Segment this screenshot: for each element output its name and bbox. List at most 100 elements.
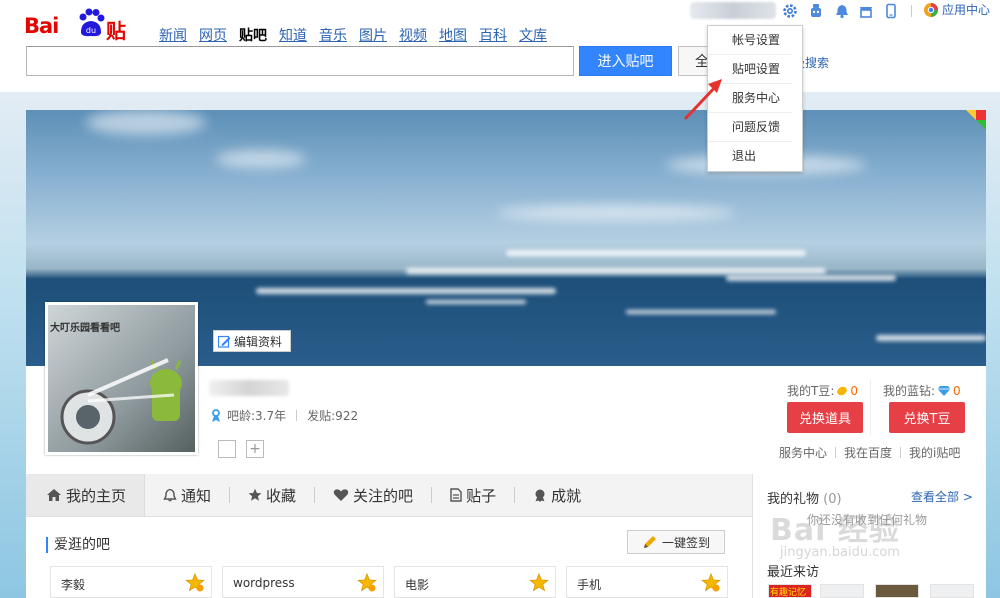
tab-posts[interactable]: 贴子 (432, 474, 514, 516)
diamond-label: 我的蓝钻: (883, 384, 936, 398)
exchange-item-button[interactable]: 兑换道具 (787, 402, 863, 433)
profile-links: 服务中心 我在百度 我的i贴吧 (779, 444, 960, 461)
banner-wave (626, 310, 776, 314)
bar-name: 手机 (577, 578, 602, 592)
link-divider (900, 447, 902, 458)
logo-bai-text: Bai (24, 14, 59, 38)
nav-item-tieba[interactable]: 贴吧 (239, 25, 267, 45)
tab-notifications[interactable]: 通知 (145, 474, 229, 516)
tab-label: 通知 (181, 486, 212, 505)
shop-icon[interactable] (858, 3, 874, 19)
stats-divider (296, 410, 298, 421)
nav-item-web[interactable]: 网页 (199, 25, 227, 45)
diamond-value: 0 (953, 383, 961, 398)
robot-icon[interactable] (808, 3, 824, 19)
gear-icon[interactable] (782, 3, 798, 19)
link-divider (835, 447, 837, 458)
profile-username-blurred (209, 380, 289, 396)
diamond-icon (937, 385, 951, 396)
level-star-icon (357, 573, 377, 592)
bar-name: 电影 (405, 578, 430, 592)
tab-label: 我的主页 (66, 486, 127, 505)
star-icon (248, 488, 262, 501)
tab-label: 关注的吧 (353, 486, 414, 505)
app-center-label: 应用中心 (942, 3, 991, 17)
tab-followed-bars[interactable]: 关注的吧 (315, 474, 431, 516)
post-count: 发贴:922 (307, 409, 359, 423)
mobile-icon[interactable] (883, 3, 899, 19)
nav-item-music[interactable]: 音乐 (319, 25, 347, 45)
username-blurred[interactable] (690, 2, 776, 19)
banner-wave (406, 268, 826, 274)
tab-my-home[interactable]: 我的主页 (26, 474, 146, 516)
banner-wave (256, 288, 556, 294)
bell-icon[interactable] (834, 3, 850, 19)
edit-profile-label: 编辑资料 (234, 334, 283, 349)
exchange-tdou-button[interactable]: 兑换T豆 (889, 402, 965, 433)
banner-cloud (216, 150, 306, 168)
paw-icon: du (79, 8, 105, 37)
badge-frame-icon[interactable] (218, 440, 236, 458)
app-center-link[interactable]: 应用中心 (923, 1, 990, 18)
bean-icon (837, 386, 848, 395)
topbar-separator (911, 5, 912, 17)
nav-item-baike[interactable]: 百科 (479, 25, 507, 45)
banner-cloud (496, 205, 736, 221)
top-nav: 新闻 网页 贴吧 知道 音乐 图片 视频 地图 百科 文库 (159, 25, 547, 45)
panel-divider (870, 380, 871, 435)
level-star-icon (529, 573, 549, 592)
nav-item-news[interactable]: 新闻 (159, 25, 187, 45)
search-input[interactable] (26, 46, 574, 76)
profile-tabs: 我的主页 通知 收藏 关注的吧 贴子 成就 (26, 474, 752, 517)
baidu-tieba-logo[interactable]: Bai du 贴吧 (24, 6, 144, 72)
recent-visitors-title: 最近来访 (767, 565, 820, 580)
add-badge-icon[interactable]: + (246, 440, 264, 458)
favorite-bar-card[interactable]: 李毅 (50, 566, 212, 598)
tab-favorites[interactable]: 收藏 (230, 474, 314, 516)
view-all-gifts-link[interactable]: 查看全部 > (911, 488, 973, 505)
watermark-url: jingyan.baidu.com (780, 545, 900, 560)
bell-outline-icon (163, 488, 177, 502)
baidu-jingyan-watermark: Bai 经验 (770, 513, 900, 548)
banner-wave (506, 250, 806, 256)
link-me-on-baidu[interactable]: 我在百度 (844, 444, 892, 461)
diamond-balance: 我的蓝钻: 0 (883, 382, 961, 399)
medal-icon (535, 489, 545, 502)
level-star-icon (185, 573, 205, 592)
enter-tieba-button[interactable]: 进入贴吧 (579, 46, 672, 76)
tab-label: 贴子 (466, 486, 497, 505)
top-header: Bai du 贴吧 新闻 网页 贴吧 知道 音乐 图片 视频 地图 百科 文库 … (0, 0, 1000, 92)
one-click-sign-in-button[interactable]: 一键签到 (627, 530, 725, 554)
edit-profile-button[interactable]: 编辑资料 (213, 330, 291, 352)
favorite-bar-card[interactable]: 手机 (566, 566, 728, 598)
visitor-badge: 有趣记忆 (770, 588, 807, 598)
annotation-arrow-icon (684, 79, 722, 120)
banner-wave (876, 335, 986, 341)
sign-in-label: 一键签到 (661, 535, 710, 550)
tieba-age: 吧龄:3.7年 (227, 409, 287, 423)
menu-item-logout[interactable]: 退出 (708, 142, 792, 171)
visitor-avatar[interactable] (930, 584, 974, 598)
tab-achievements[interactable]: 成就 (515, 474, 599, 516)
favorite-bar-card[interactable]: wordpress (222, 566, 384, 598)
favorite-bars-title: 爱逛的吧 (46, 537, 110, 553)
link-my-itieba[interactable]: 我的i贴吧 (909, 444, 960, 461)
avatar[interactable]: 大叮乐园看看吧 (45, 302, 198, 455)
visitor-avatar[interactable] (875, 584, 919, 598)
nav-item-zhidao[interactable]: 知道 (279, 25, 307, 45)
link-service-center[interactable]: 服务中心 (779, 444, 827, 461)
age-icon (212, 408, 220, 422)
home-icon (47, 489, 61, 501)
banner-wave (426, 300, 526, 304)
visitor-avatar[interactable]: 有趣记忆 (768, 584, 812, 598)
nav-item-map[interactable]: 地图 (439, 25, 467, 45)
menu-item-account-settings[interactable]: 帐号设置 (708, 26, 792, 55)
pencil-icon (643, 536, 656, 548)
nav-item-images[interactable]: 图片 (359, 25, 387, 45)
favorite-bar-card[interactable]: 电影 (394, 566, 556, 598)
visitor-avatar[interactable] (820, 584, 864, 598)
nav-item-video[interactable]: 视频 (399, 25, 427, 45)
nav-item-wenku[interactable]: 文库 (519, 25, 547, 45)
tdou-balance: 我的T豆: 0 (787, 382, 858, 399)
document-icon (450, 488, 462, 502)
